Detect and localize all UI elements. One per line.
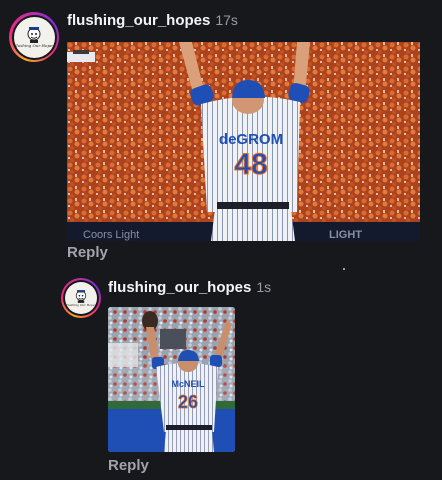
reply-button[interactable]: Reply: [67, 244, 108, 261]
avatar-caption: Flushing Our Hopes: [13, 42, 55, 48]
jersey-number: 26: [178, 392, 198, 412]
stadium-sign-left: Coors Light: [83, 229, 139, 241]
loading-dot: [343, 268, 345, 270]
jersey-number: 48: [234, 148, 267, 181]
timestamp: 17s: [215, 12, 238, 28]
username[interactable]: flushing_our_hopes: [108, 279, 251, 296]
jersey-name: deGROM: [219, 131, 283, 148]
jersey-name: McNEIL: [171, 379, 205, 389]
comment-header: flushing_our_hopes 17s: [67, 12, 238, 29]
avatar[interactable]: Flushing Our Hopes: [61, 278, 101, 318]
avatar-caption: Flushing Our Hopes: [65, 302, 97, 307]
comment-image[interactable]: McNEIL 26: [108, 307, 235, 452]
celebration-photo: McNEIL 26: [108, 307, 235, 452]
reply-button[interactable]: Reply: [108, 457, 149, 474]
mr-met-logo-icon: [75, 289, 87, 303]
timestamp: 1s: [256, 279, 272, 295]
username[interactable]: flushing_our_hopes: [67, 12, 210, 29]
celebration-photo: Coors Light LIGHT deGROM 48: [67, 42, 420, 241]
stadium-sign-right: LIGHT: [329, 229, 362, 241]
avatar[interactable]: Flushing Our Hopes: [9, 12, 59, 62]
comment-image[interactable]: Coors Light LIGHT deGROM 48: [67, 42, 420, 241]
mr-met-logo-icon: [27, 26, 41, 43]
comment-header: flushing_our_hopes 1s: [108, 279, 271, 296]
